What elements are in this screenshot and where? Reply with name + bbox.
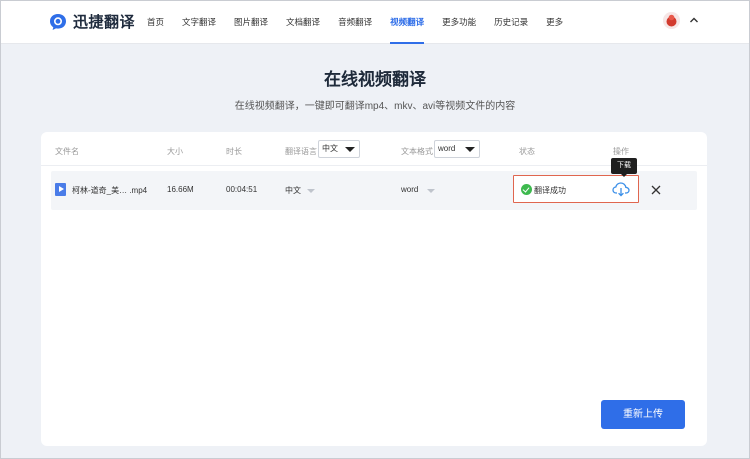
caret-down-icon[interactable] [427, 189, 435, 193]
nav-item-more[interactable]: 更多 [546, 1, 563, 44]
file-duration: 00:04:51 [226, 185, 258, 194]
page-title: 在线视频翻译 [324, 70, 426, 89]
format-select-value: word [438, 144, 456, 153]
column-header-actions: 操作 [613, 147, 629, 156]
nav-item-image-translate[interactable]: 图片翻译 [234, 1, 268, 44]
column-header-status: 状态 [519, 147, 535, 156]
column-header-size: 大小 [167, 147, 183, 156]
nav-item-history[interactable]: 历史记录 [494, 1, 528, 44]
file-name: 柯林-道奇_美… .mp4 [72, 186, 148, 195]
row-language[interactable]: 中文 [285, 185, 301, 196]
brand-name: 迅捷翻译 [73, 14, 136, 31]
main-nav: 首页 文字翻译 图片翻译 文档翻译 音频翻译 视频翻译 更多功能 历史记录 更多 [147, 1, 581, 44]
column-header-language: 翻译语言 [285, 147, 317, 156]
avatar-image-icon [663, 12, 680, 29]
chevron-up-icon[interactable] [689, 15, 699, 25]
caret-down-icon[interactable] [307, 189, 315, 193]
nav-item-more-features[interactable]: 更多功能 [442, 1, 476, 44]
reupload-button[interactable]: 重新上传 [601, 400, 685, 429]
nav-item-home[interactable]: 首页 [147, 1, 164, 44]
language-select[interactable]: 中文 [318, 140, 360, 158]
caret-down-icon [465, 147, 475, 152]
page-subtitle: 在线视频翻译，一键即可翻译mp4、mkv、avi等视频文件的内容 [234, 101, 516, 112]
format-select[interactable]: word [434, 140, 480, 158]
download-tooltip: 下载 [611, 158, 637, 177]
brand-logo[interactable]: 迅捷翻译 [49, 11, 135, 32]
video-file-icon [55, 183, 66, 196]
row-format[interactable]: word [401, 185, 418, 194]
header-divider [41, 165, 707, 166]
nav-item-document-translate[interactable]: 文档翻译 [286, 1, 320, 44]
top-header: 迅捷翻译 首页 文字翻译 图片翻译 文档翻译 音频翻译 视频翻译 更多功能 历史… [1, 1, 749, 44]
nav-item-audio-translate[interactable]: 音频翻译 [338, 1, 372, 44]
nav-item-text-translate[interactable]: 文字翻译 [182, 1, 216, 44]
close-icon[interactable] [650, 184, 662, 196]
column-header-duration: 时长 [226, 147, 242, 156]
check-circle-icon [521, 184, 532, 195]
table-row: 柯林-道奇_美… .mp4 16.66M 00:04:51 中文 word 翻译… [51, 171, 697, 210]
status-badge: 翻译成功 [534, 186, 566, 195]
column-header-format: 文本格式 [401, 147, 433, 156]
status-cell-highlight: 翻译成功 [513, 175, 639, 203]
column-header-filename: 文件名 [55, 147, 79, 156]
nav-item-video-translate[interactable]: 视频翻译 [390, 1, 425, 44]
language-select-value: 中文 [322, 144, 338, 153]
translate-logo-icon [50, 13, 66, 30]
caret-down-icon [345, 147, 355, 152]
cloud-download-icon[interactable] [612, 181, 630, 197]
user-avatar[interactable] [663, 12, 680, 29]
file-size: 16.66M [167, 185, 194, 194]
file-list-card: 文件名 大小 时长 翻译语言 中文 文本格式 word 状态 操作 柯林-道奇_… [41, 132, 707, 446]
